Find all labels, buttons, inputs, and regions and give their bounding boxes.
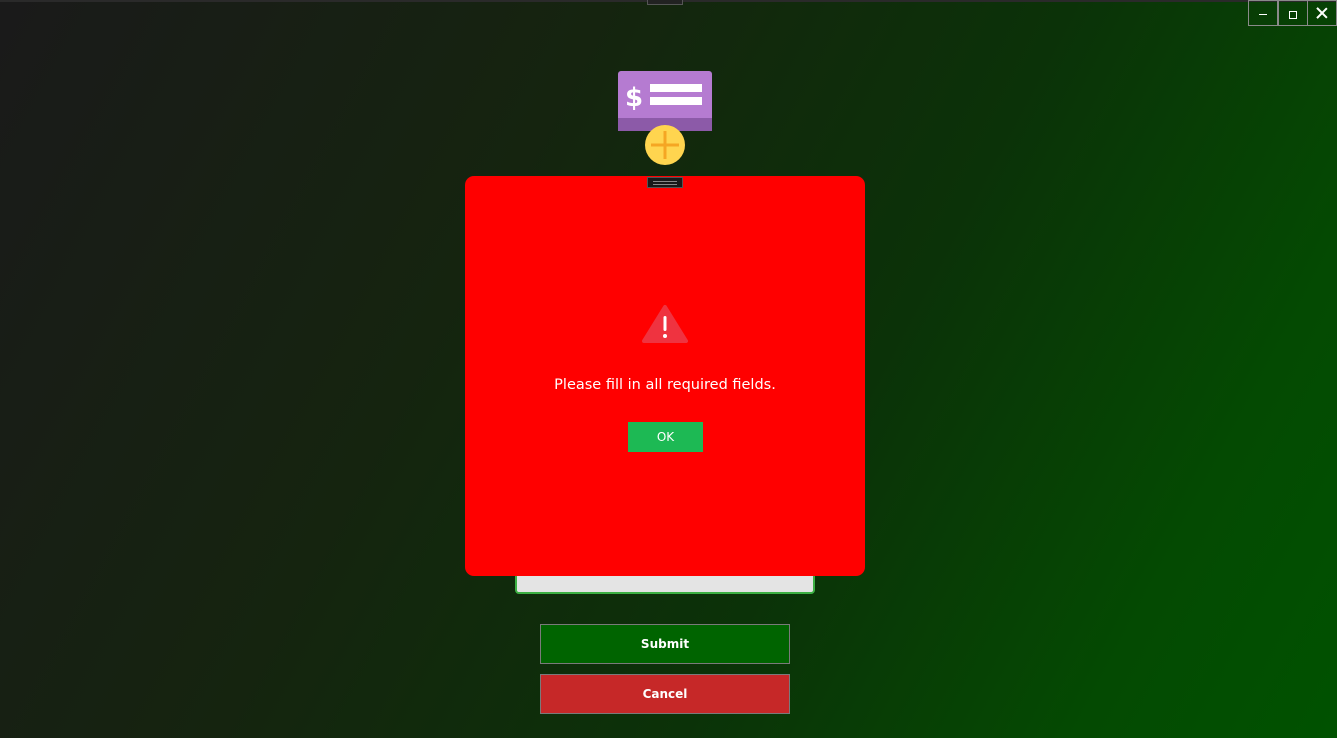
submit-button[interactable]: Submit: [540, 624, 790, 664]
warning-icon: [642, 305, 688, 343]
close-window-button[interactable]: [1307, 0, 1337, 26]
error-dialog: Please fill in all required fields. OK: [465, 176, 865, 576]
dialog-message: Please fill in all required fields.: [554, 377, 776, 393]
ok-button[interactable]: OK: [628, 422, 703, 452]
dialog-drag-handle[interactable]: [647, 177, 683, 188]
close-icon: [1316, 7, 1328, 19]
add-payment-icon: $: [618, 71, 712, 165]
maximize-icon: [1289, 11, 1297, 19]
minimize-button[interactable]: [1248, 0, 1278, 26]
window-drag-handle[interactable]: [647, 0, 683, 5]
cancel-button[interactable]: Cancel: [540, 674, 790, 714]
svg-text:$: $: [625, 83, 643, 113]
maximize-button[interactable]: [1278, 0, 1308, 26]
minimize-icon: [1259, 13, 1267, 15]
